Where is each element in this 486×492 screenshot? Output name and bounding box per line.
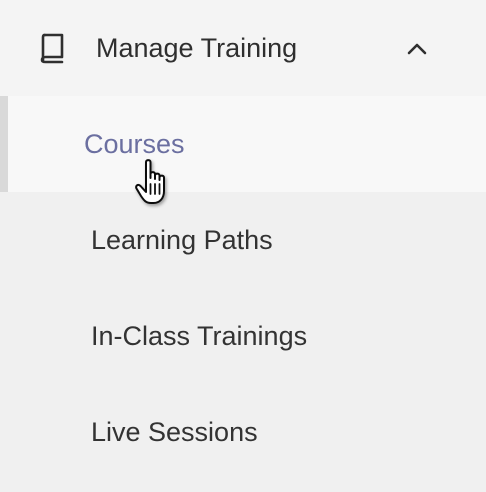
training-menu: Manage Training Courses Learning Paths I…: [0, 0, 486, 492]
book-icon: [40, 33, 64, 64]
chevron-up-icon[interactable]: [404, 38, 430, 58]
manage-training-label: Manage Training: [96, 33, 298, 63]
manage-training-header[interactable]: Manage Training: [0, 0, 486, 96]
menu-item-learning-paths[interactable]: Learning Paths: [0, 192, 486, 288]
active-indicator: [0, 96, 8, 192]
menu-item-courses[interactable]: Courses: [0, 96, 486, 192]
menu-item-label: Courses: [84, 129, 185, 159]
menu-item-label: Learning Paths: [91, 225, 273, 255]
menu-item-label: In-Class Trainings: [91, 321, 308, 351]
menu-item-live-sessions[interactable]: Live Sessions: [0, 384, 486, 480]
menu-item-in-class-trainings[interactable]: In-Class Trainings: [0, 288, 486, 384]
menu-item-label: Live Sessions: [91, 417, 258, 447]
